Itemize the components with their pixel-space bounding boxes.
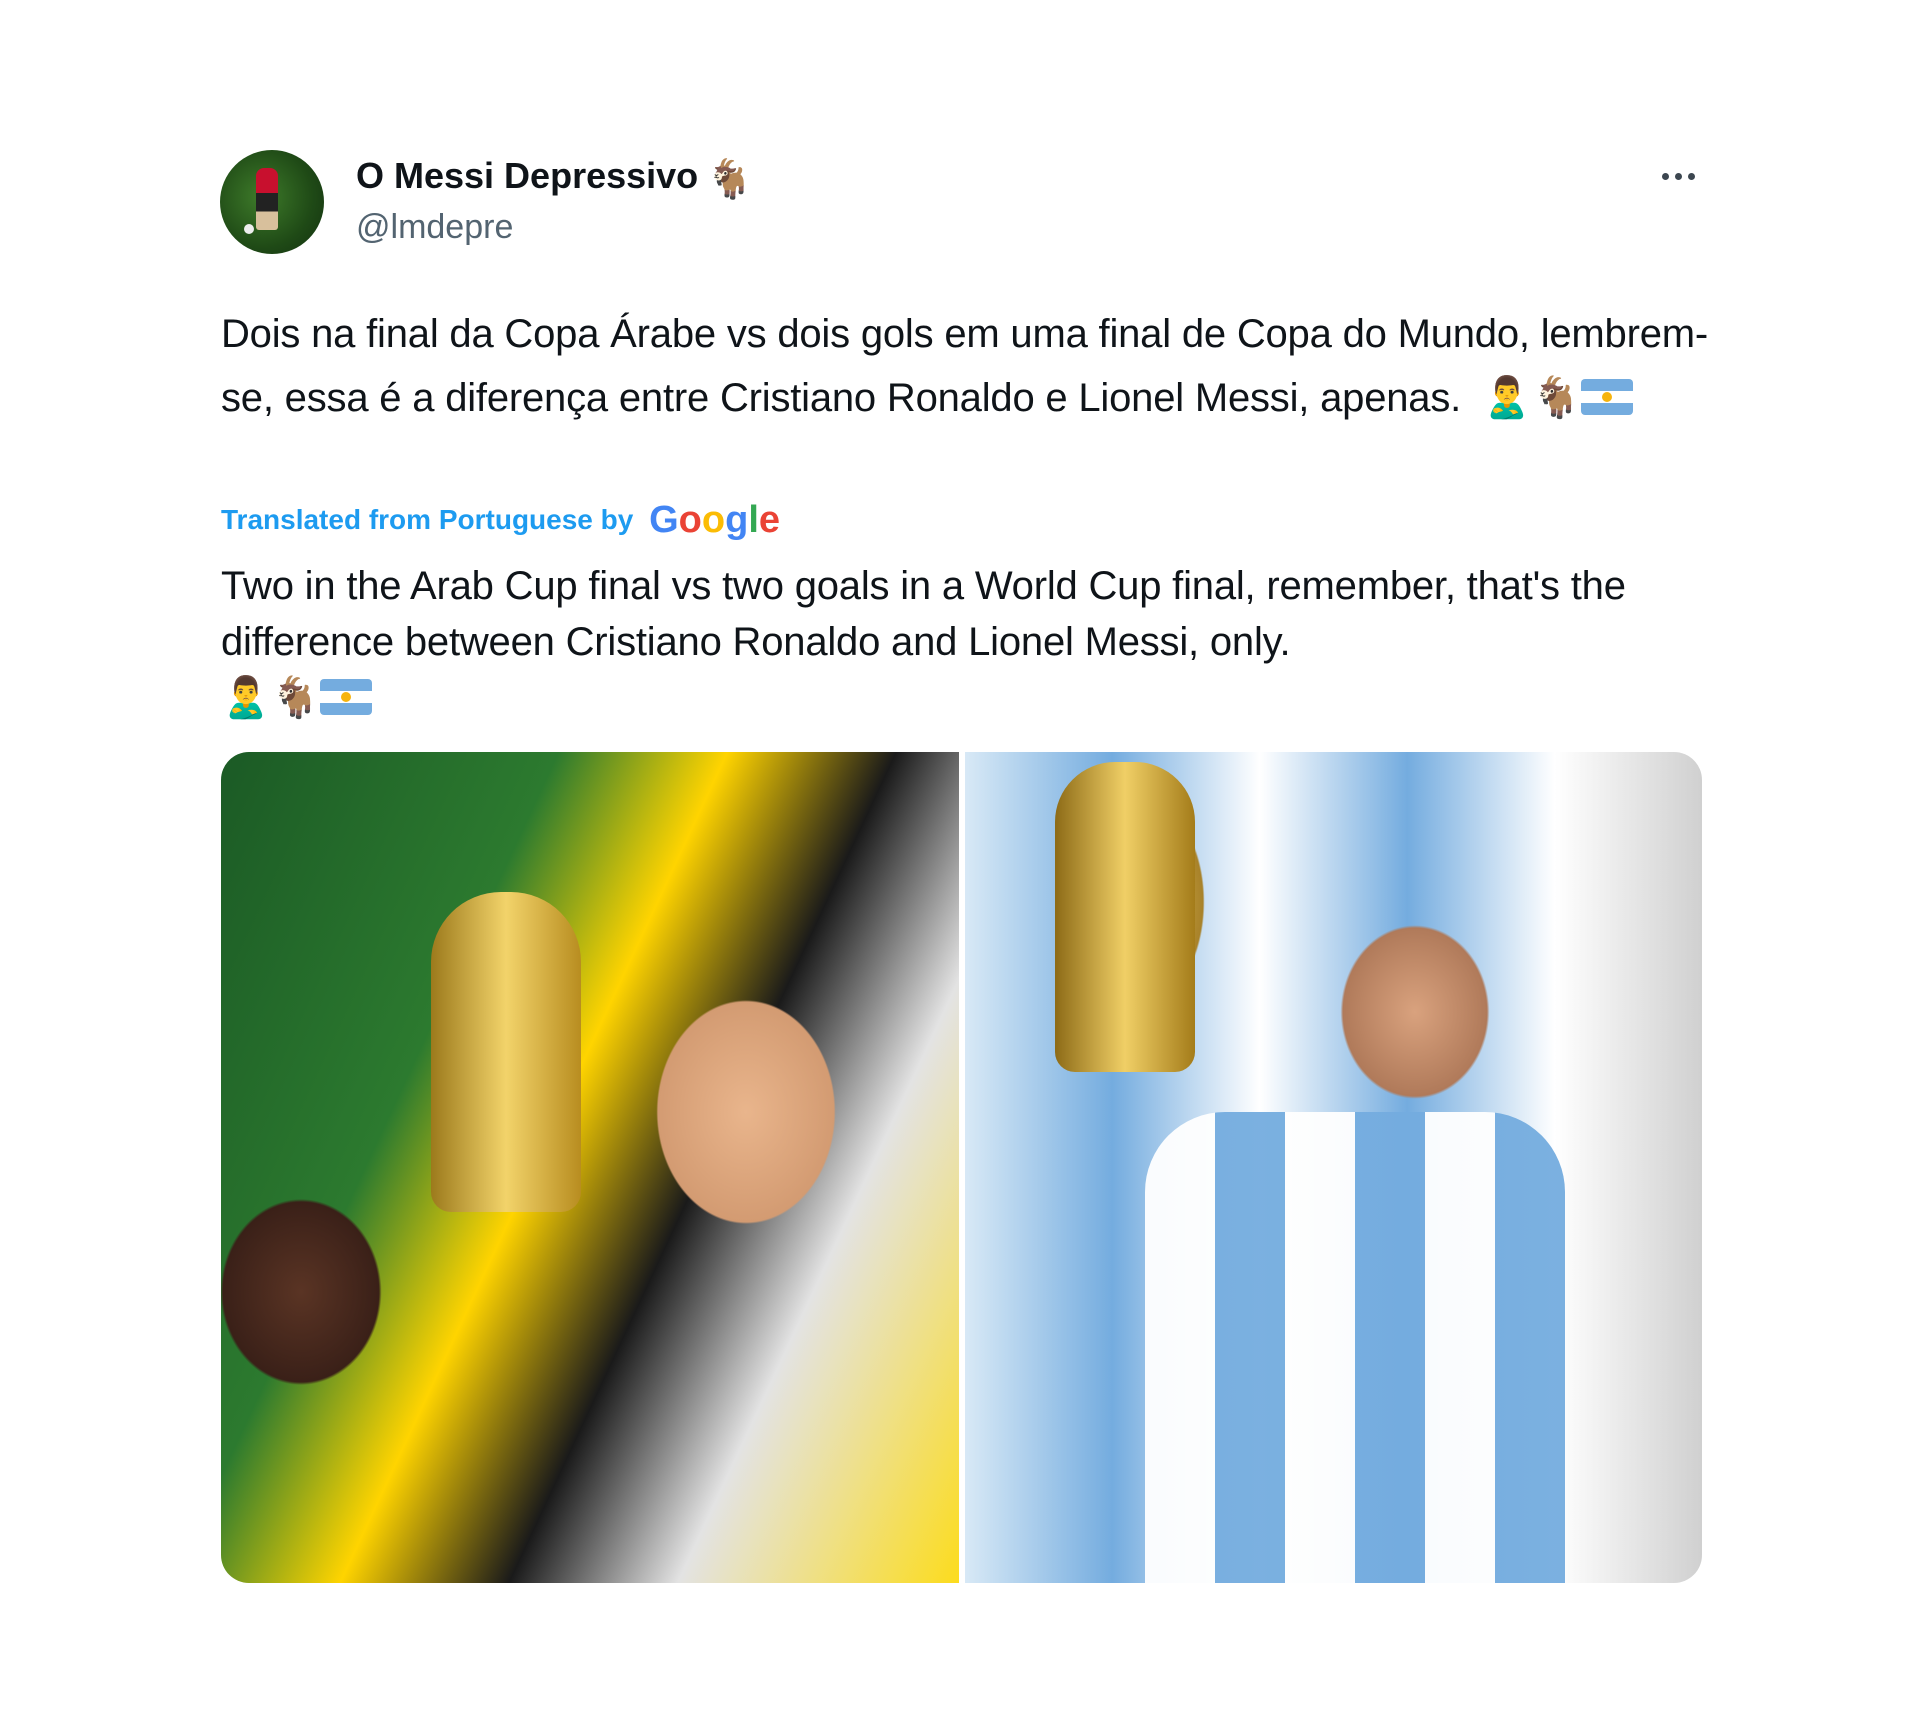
tweet-text-translated: Two in the Arab Cup final vs two goals i… [221,558,1721,726]
tweet-text-original: Dois na final da Copa Árabe vs dois gols… [221,302,1721,430]
google-logo-icon: Google [649,499,781,541]
avatar-ball [244,224,254,234]
more-dot-icon [1687,172,1695,180]
tweet: O Messi Depressivo 🐐 @lmdepre Dois na fin… [0,0,1920,1724]
tweet-text-translated-body: Two in the Arab Cup final vs two goals i… [221,564,1626,664]
more-dot-icon [1661,172,1669,180]
tweet-emoji-row: 🙎‍♂️🐐 [221,670,373,726]
more-dot-icon [1674,172,1682,180]
avatar[interactable] [220,150,324,254]
goat-icon: 🐐 [270,676,321,720]
display-name[interactable]: O Messi Depressivo 🐐 [356,154,754,202]
tweet-emoji-row: 🙎‍♂️🐐 [1482,366,1634,430]
goat-icon: 🐐 [1531,376,1582,420]
tweet-media [221,752,1702,1583]
person-shrugging-icon: 🙎‍♂️ [221,676,271,720]
arab-cup-trophy [431,892,581,1212]
more-options-button[interactable] [1650,158,1706,194]
photo-cristiano-arab-cup[interactable] [221,752,959,1583]
person-shrugging-icon: 🙎‍♂️ [1482,376,1532,420]
photo-messi-world-cup[interactable] [964,752,1702,1583]
translation-attribution[interactable]: Translated from Portuguese by Google [221,496,780,544]
argentina-flag-icon [1581,379,1634,415]
world-cup-trophy [1054,762,1195,1072]
avatar-player-figure [256,168,278,230]
argentina-flag-icon [320,679,373,715]
translated-from-label: Translated from Portuguese by [221,504,634,535]
goat-emoji-icon: 🐐 [706,159,754,201]
display-name-text: O Messi Depressivo [356,155,699,196]
argentina-jersey [1144,1112,1565,1583]
user-handle[interactable]: @lmdepre [356,206,513,248]
